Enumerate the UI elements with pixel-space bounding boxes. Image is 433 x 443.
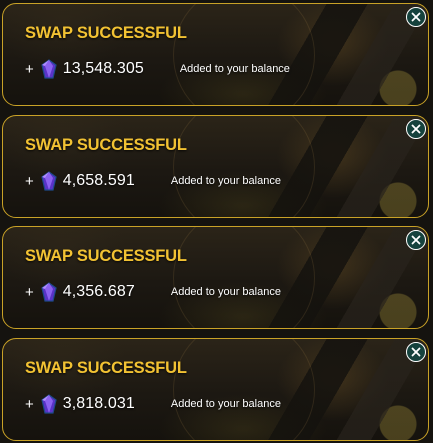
purple-gem-icon <box>41 282 57 302</box>
close-icon <box>411 347 421 357</box>
close-button[interactable] <box>406 342 426 362</box>
swap-toast: SWAP SUCCESSFUL + 4,356.687 Added to you… <box>2 226 429 329</box>
purple-gem-icon <box>41 59 57 79</box>
plus-sign: + <box>25 395 34 413</box>
swap-amount: 13,548.305 <box>62 60 144 77</box>
close-button[interactable] <box>406 119 426 139</box>
swap-amount: 3,818.031 <box>62 395 135 412</box>
added-message: Added to your balance <box>179 63 290 75</box>
plus-sign: + <box>25 172 34 190</box>
added-message: Added to your balance <box>170 175 281 187</box>
swap-toast: SWAP SUCCESSFUL + 3,818.031 Added to you… <box>2 338 429 441</box>
toast-title: SWAP SUCCESSFUL <box>25 359 187 377</box>
close-icon <box>411 12 421 22</box>
toast-title: SWAP SUCCESSFUL <box>25 247 187 265</box>
toast-amount-row: + 4,658.591 Added to your balance <box>25 169 281 193</box>
swap-toast: SWAP SUCCESSFUL + 13,548.305 Added to yo… <box>2 3 429 106</box>
toast-amount-row: + 3,818.031 Added to your balance <box>25 392 281 416</box>
toast-amount-row: + 4,356.687 Added to your balance <box>25 280 281 304</box>
plus-sign: + <box>25 60 34 78</box>
close-button[interactable] <box>406 230 426 250</box>
swap-toast: SWAP SUCCESSFUL + 4,658.591 Added to you… <box>2 115 429 218</box>
purple-gem-icon <box>41 394 57 414</box>
toast-title: SWAP SUCCESSFUL <box>25 24 187 42</box>
purple-gem-icon <box>41 171 57 191</box>
close-icon <box>411 124 421 134</box>
added-message: Added to your balance <box>170 286 281 298</box>
added-message: Added to your balance <box>170 398 281 410</box>
close-icon <box>411 235 421 245</box>
close-button[interactable] <box>406 7 426 27</box>
toast-title: SWAP SUCCESSFUL <box>25 136 187 154</box>
toast-amount-row: + 13,548.305 Added to your balance <box>25 57 290 81</box>
plus-sign: + <box>25 283 34 301</box>
swap-amount: 4,658.591 <box>62 172 135 189</box>
swap-amount: 4,356.687 <box>62 283 135 300</box>
